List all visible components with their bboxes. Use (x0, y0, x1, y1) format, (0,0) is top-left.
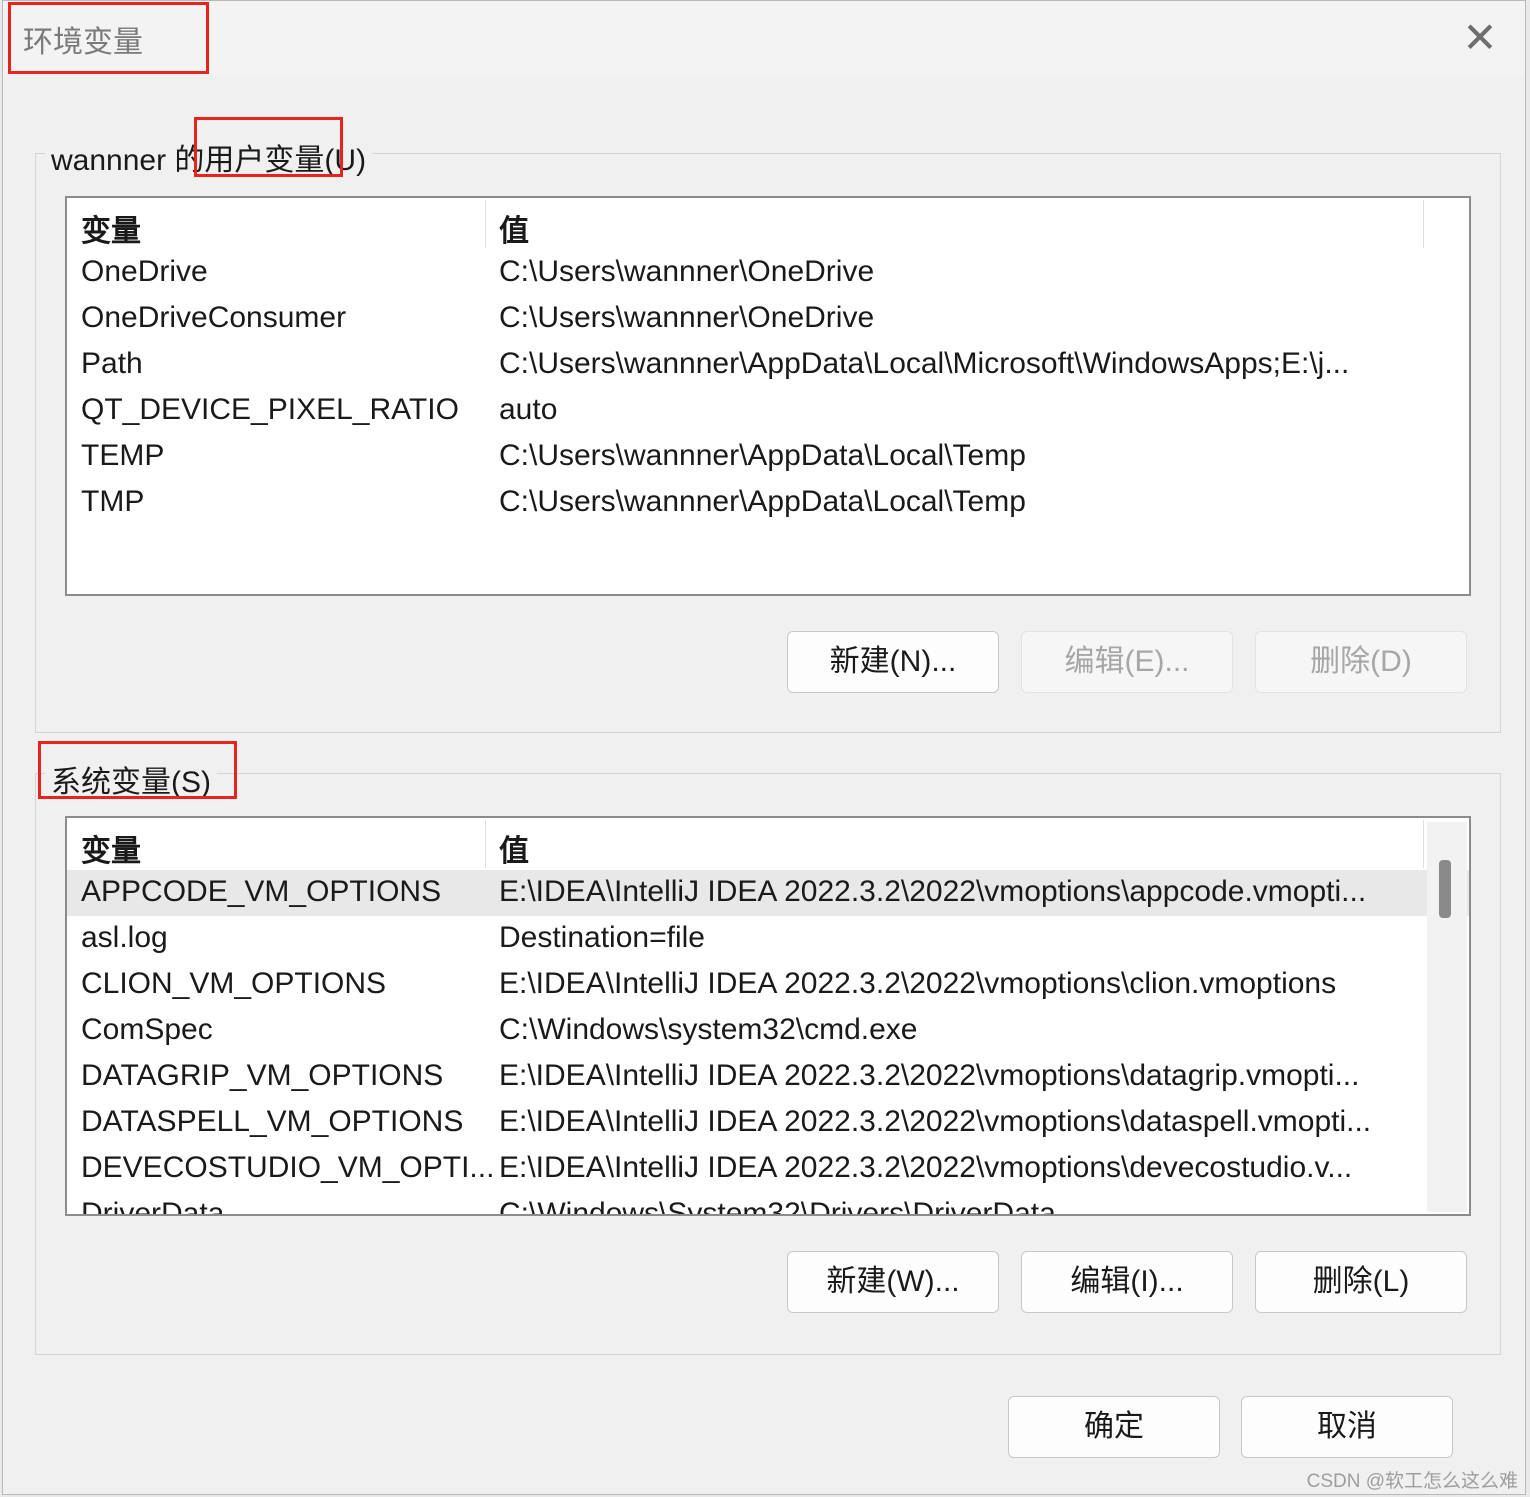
column-header-value[interactable]: 值 (499, 826, 529, 870)
highlight-box-system-variables (38, 741, 237, 799)
variable-value-cell: auto (499, 393, 558, 426)
variable-value-cell: C:\Users\wannner\AppData\Local\Temp (499, 485, 1026, 518)
variable-value-cell: C:\Windows\System32\Drivers\DriverData (499, 1197, 1056, 1216)
variable-value-cell: E:\IDEA\IntelliJ IDEA 2022.3.2\2022\vmop… (499, 875, 1367, 908)
table-row[interactable]: DEVECOSTUDIO_VM_OPTI... E:\IDEA\IntelliJ … (67, 1146, 1469, 1192)
variable-name-cell: OneDriveConsumer (81, 301, 347, 334)
table-row[interactable]: CLION_VM_OPTIONS E:\IDEA\IntelliJ IDEA 20… (67, 962, 1469, 1008)
column-divider[interactable] (485, 820, 486, 868)
column-header-name[interactable]: 变量 (81, 826, 141, 870)
table-row[interactable]: DATAGRIP_VM_OPTIONS E:\IDEA\IntelliJ IDEA… (67, 1054, 1469, 1100)
list-header: 变量 值 (67, 818, 1469, 870)
list-header: 变量 值 (67, 198, 1469, 250)
variable-value-cell: C:\Users\wannner\AppData\Local\Microsoft… (499, 347, 1350, 380)
variable-value-cell: C:\Users\wannner\OneDrive (499, 301, 875, 334)
close-icon[interactable]: ✕ (1455, 13, 1505, 63)
variable-name-cell: Path (81, 347, 143, 380)
ok-button[interactable]: 确定 (1008, 1396, 1220, 1458)
system-edit-button[interactable]: 编辑(I)... (1021, 1251, 1233, 1313)
variable-value-cell: C:\Users\wannner\AppData\Local\Temp (499, 439, 1026, 472)
highlight-box-user-variables (194, 117, 343, 177)
title-bar: 环境变量 ✕ (3, 1, 1525, 75)
variable-name-cell: DATASPELL_VM_OPTIONS (81, 1105, 464, 1138)
user-variables-list[interactable]: 变量 值 OneDrive C:\Users\wannner\OneDrive On… (65, 196, 1471, 596)
table-row[interactable]: TEMP C:\Users\wannner\AppData\Local\Temp (67, 434, 1469, 480)
table-row[interactable]: OneDriveConsumer C:\Users\wannner\OneDriv… (67, 296, 1469, 342)
highlight-box-title (8, 2, 209, 74)
variable-name-cell: DATAGRIP_VM_OPTIONS (81, 1059, 444, 1092)
system-new-button[interactable]: 新建(W)... (787, 1251, 999, 1313)
variable-name-cell: DriverData (81, 1197, 225, 1216)
cancel-button[interactable]: 取消 (1241, 1396, 1453, 1458)
column-divider[interactable] (485, 200, 486, 248)
table-row[interactable]: DriverData C:\Windows\System32\Drivers\Dr… (67, 1192, 1469, 1216)
list-body: APPCODE_VM_OPTIONS E:\IDEA\IntelliJ IDEA … (67, 870, 1469, 1216)
variable-name-cell: ComSpec (81, 1013, 213, 1046)
column-divider[interactable] (1423, 820, 1424, 868)
variable-name-cell: DEVECOSTUDIO_VM_OPTI... (81, 1151, 495, 1184)
system-delete-button[interactable]: 删除(L) (1255, 1251, 1467, 1313)
variable-value-cell: E:\IDEA\IntelliJ IDEA 2022.3.2\2022\vmop… (499, 1151, 1353, 1184)
scrollbar-thumb[interactable] (1439, 860, 1451, 918)
user-edit-button[interactable]: 编辑(E)... (1021, 631, 1233, 693)
column-header-value[interactable]: 值 (499, 206, 529, 250)
table-row[interactable]: DATASPELL_VM_OPTIONS E:\IDEA\IntelliJ IDE… (67, 1100, 1469, 1146)
table-row[interactable]: TMP C:\Users\wannner\AppData\Local\Temp (67, 480, 1469, 526)
variable-name-cell: OneDrive (81, 255, 208, 288)
variable-name-cell: QT_DEVICE_PIXEL_RATIO (81, 393, 459, 426)
column-divider[interactable] (1423, 200, 1424, 248)
variable-value-cell: E:\IDEA\IntelliJ IDEA 2022.3.2\2022\vmop… (499, 967, 1337, 1000)
variable-name-cell: CLION_VM_OPTIONS (81, 967, 387, 1000)
system-variables-list[interactable]: 变量 值 APPCODE_VM_OPTIONS E:\IDEA\IntelliJ … (65, 816, 1471, 1216)
watermark: CSDN @软工怎么这么难 (1306, 1471, 1518, 1492)
variable-value-cell: Destination=file (499, 921, 705, 954)
table-row[interactable]: OneDrive C:\Users\wannner\OneDrive (67, 250, 1469, 296)
list-body: OneDrive C:\Users\wannner\OneDrive OneDriv… (67, 250, 1469, 526)
table-row[interactable]: asl.log Destination=file (67, 916, 1469, 962)
user-delete-button[interactable]: 删除(D) (1255, 631, 1467, 693)
variable-name-cell: asl.log (81, 921, 168, 954)
user-new-button[interactable]: 新建(N)... (787, 631, 999, 693)
variable-value-cell: E:\IDEA\IntelliJ IDEA 2022.3.2\2022\vmop… (499, 1105, 1372, 1138)
variable-name-cell: APPCODE_VM_OPTIONS (81, 875, 442, 908)
variable-value-cell: C:\Users\wannner\OneDrive (499, 255, 875, 288)
variable-value-cell: C:\Windows\system32\cmd.exe (499, 1013, 918, 1046)
column-header-name[interactable]: 变量 (81, 206, 141, 250)
variable-name-cell: TMP (81, 485, 145, 518)
variable-value-cell: E:\IDEA\IntelliJ IDEA 2022.3.2\2022\vmop… (499, 1059, 1360, 1092)
table-row[interactable]: Path C:\Users\wannner\AppData\Local\Micro… (67, 342, 1469, 388)
vertical-scrollbar[interactable] (1427, 822, 1467, 1212)
table-row[interactable]: APPCODE_VM_OPTIONS E:\IDEA\IntelliJ IDEA … (67, 870, 1469, 916)
variable-name-cell: TEMP (81, 439, 165, 472)
table-row[interactable]: QT_DEVICE_PIXEL_RATIO auto (67, 388, 1469, 434)
table-row[interactable]: ComSpec C:\Windows\system32\cmd.exe (67, 1008, 1469, 1054)
